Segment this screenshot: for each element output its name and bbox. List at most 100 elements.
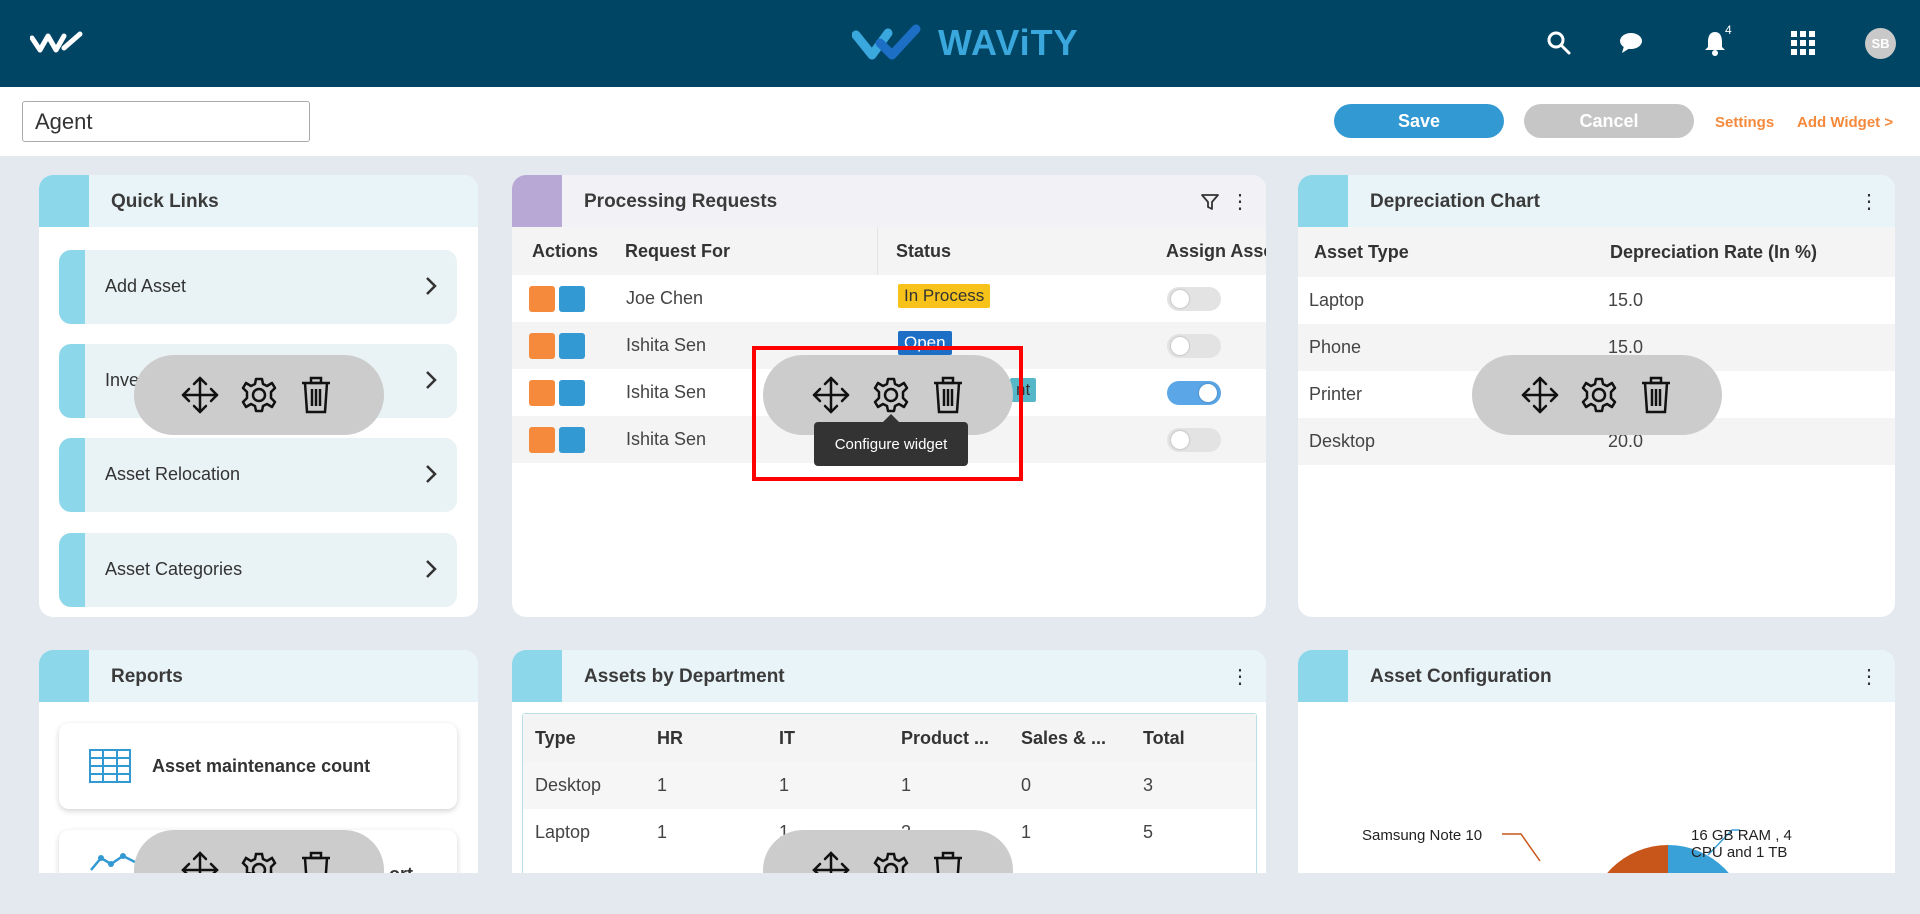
request-for-cell: Joe Chen: [626, 288, 704, 308]
column-header: Depreciation Rate (In %): [1610, 242, 1818, 262]
chat-icon[interactable]: [1618, 30, 1644, 56]
asset-type-cell: Desktop: [1309, 431, 1376, 451]
column-header: Product ...: [901, 728, 990, 748]
chevron-right-icon: [426, 371, 437, 389]
column-header: IT: [779, 728, 795, 748]
widget-title: Assets by Department: [584, 666, 785, 687]
widget-action-overlay: [134, 830, 384, 873]
column-header: Type: [535, 728, 576, 748]
more-options-icon[interactable]: ⋮: [1230, 189, 1250, 214]
move-icon[interactable]: [180, 375, 220, 415]
column-header: Request For: [625, 241, 731, 261]
column-header: Sales & ...: [1021, 728, 1107, 748]
table-grid-icon: [89, 749, 131, 783]
chevron-right-icon: [426, 465, 437, 483]
gear-icon[interactable]: [1579, 375, 1619, 415]
gear-icon[interactable]: [239, 850, 279, 873]
trash-icon[interactable]: [296, 375, 336, 415]
trash-icon[interactable]: [928, 850, 968, 873]
quick-link-asset-categories[interactable]: Asset Categories: [59, 533, 457, 607]
dashboard-name-input[interactable]: [22, 101, 310, 142]
user-avatar[interactable]: SB: [1865, 28, 1896, 59]
move-icon[interactable]: [180, 850, 220, 873]
more-options-icon[interactable]: ⋮: [1230, 664, 1250, 689]
edit-icon[interactable]: [529, 427, 555, 453]
eye-icon[interactable]: [559, 286, 585, 312]
trash-icon[interactable]: [1636, 375, 1676, 415]
column-header: Actions: [532, 241, 599, 261]
gear-icon[interactable]: [239, 375, 279, 415]
table-header: Asset Type Depreciation Rate (In %): [1298, 227, 1895, 277]
highlight-box: [752, 346, 1023, 481]
save-button[interactable]: Save: [1334, 104, 1504, 138]
brand-check-icon: [852, 24, 921, 60]
chevron-right-icon: [426, 560, 437, 578]
sales-cell: 0: [1021, 775, 1032, 795]
move-icon[interactable]: [811, 850, 851, 873]
pie-label: Samsung Note 10: [1362, 827, 1483, 844]
pie-label: CPU and 1 TB: [1691, 844, 1788, 861]
request-for-cell: Ishita Sen: [626, 335, 707, 355]
request-for-cell: Ishita Sen: [626, 429, 707, 449]
type-cell: Laptop: [535, 822, 591, 842]
table-row: Laptop 15.0: [1298, 277, 1895, 324]
widget-header: Quick Links: [39, 175, 478, 227]
widget-action-overlay: [763, 830, 1013, 873]
chevron-right-icon: [426, 277, 437, 295]
column-header: Status: [896, 241, 952, 261]
sales-cell: 1: [1021, 822, 1032, 842]
it-cell: 1: [779, 775, 790, 795]
edit-icon[interactable]: [529, 286, 555, 312]
dashboard-edit-bar: Save Cancel Settings Add Widget >: [0, 87, 1920, 156]
eye-icon[interactable]: [559, 333, 585, 359]
brand-logo: WAViTY: [852, 22, 1079, 64]
asset-type-cell: Laptop: [1309, 290, 1365, 310]
widget-title: Reports: [111, 666, 183, 687]
asset-type-cell: Phone: [1309, 337, 1362, 357]
table-header: Type HR IT Product ... Sales & ... Total: [523, 714, 1256, 762]
widget-header: Depreciation Chart ⋮: [1298, 175, 1895, 227]
table-header: Actions Request For Status Assign Asse: [512, 227, 1266, 275]
product-cell: 1: [901, 775, 912, 795]
notification-count-badge: 4: [1725, 23, 1732, 37]
eye-icon[interactable]: [559, 427, 585, 453]
quick-link-label: Asset Relocation: [105, 464, 241, 484]
quick-link-asset-relocation[interactable]: Asset Relocation: [59, 438, 457, 512]
column-header: Total: [1143, 728, 1185, 748]
widget-title: Quick Links: [111, 191, 219, 212]
quick-link-label: Asset Categories: [105, 559, 243, 579]
assign-asset-toggle[interactable]: [1167, 334, 1221, 358]
report-asset-maintenance-count[interactable]: Asset maintenance count: [59, 723, 457, 809]
wavity-logo-icon[interactable]: [30, 30, 84, 54]
brand-name: WAViTY: [938, 22, 1079, 63]
widget-header: Assets by Department ⋮: [512, 650, 1266, 702]
hr-cell: 1: [657, 775, 668, 795]
line-chart-icon: [90, 853, 136, 871]
assign-asset-toggle[interactable]: [1167, 287, 1221, 311]
cancel-button[interactable]: Cancel: [1524, 104, 1694, 138]
report-label: Asset maintenance count: [152, 756, 371, 776]
table-row: Joe Chen In Process: [512, 275, 1266, 322]
search-icon[interactable]: [1546, 30, 1572, 56]
edit-icon[interactable]: [529, 333, 555, 359]
add-widget-link[interactable]: Add Widget >: [1797, 114, 1893, 131]
page-footer-strip: [0, 873, 1920, 914]
eye-icon[interactable]: [559, 380, 585, 406]
more-options-icon[interactable]: ⋮: [1859, 189, 1879, 214]
quick-link-add-asset[interactable]: Add Asset: [59, 250, 457, 324]
asset-type-cell: Printer: [1309, 384, 1363, 404]
filter-icon[interactable]: [1200, 192, 1220, 212]
settings-link[interactable]: Settings: [1715, 114, 1774, 131]
trash-icon[interactable]: [296, 850, 336, 873]
top-navigation-bar: WAViTY 4 SB: [0, 0, 1920, 87]
assign-asset-toggle[interactable]: [1167, 428, 1221, 452]
gear-icon[interactable]: [871, 850, 911, 873]
widget-header: Reports: [39, 650, 478, 702]
quick-link-label: Add Asset: [105, 276, 187, 296]
column-header: Asset Type: [1314, 242, 1409, 262]
edit-icon[interactable]: [529, 380, 555, 406]
column-header: Assign Asse: [1166, 241, 1266, 261]
apps-grid-icon[interactable]: [1790, 30, 1816, 56]
move-icon[interactable]: [1520, 375, 1560, 415]
assign-asset-toggle[interactable]: [1167, 381, 1221, 405]
